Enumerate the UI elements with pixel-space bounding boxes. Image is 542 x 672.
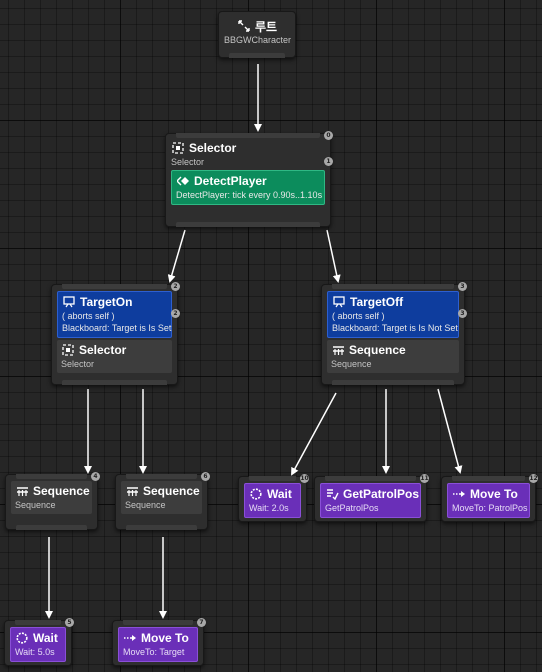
- service-icon: [176, 174, 190, 188]
- execution-order-badge: 3: [458, 309, 467, 318]
- task-move-patrol-node[interactable]: 12 Move To MoveTo: PatrolPos: [441, 474, 538, 522]
- selector-left-title: Selector: [79, 343, 127, 357]
- task-move-target-node[interactable]: 7 Move To MoveTo: Target: [112, 618, 206, 666]
- service-detect-player[interactable]: 1 DetectPlayer DetectPlayer: tick every …: [171, 157, 333, 205]
- sequence-a-node[interactable]: 4 Sequence Sequence: [5, 472, 100, 530]
- execution-order-badge: 2: [171, 309, 180, 318]
- selector-icon: [171, 141, 185, 155]
- sequence-b-subtitle: Sequence: [125, 500, 166, 510]
- root-title: 루트: [254, 19, 278, 34]
- execution-order-badge: 10: [300, 474, 309, 483]
- selector-main-subtitle: Selector: [171, 157, 205, 167]
- execution-order-badge: 12: [529, 474, 538, 483]
- task-subtitle: Wait: 5.0s: [15, 647, 55, 657]
- sequence-icon: [331, 343, 345, 357]
- wait-icon: [15, 631, 29, 645]
- decorator-title: TargetOff: [350, 295, 404, 309]
- task-subtitle: GetPatrolPos: [325, 503, 379, 513]
- task-icon: [325, 487, 339, 501]
- selector-left-subtitle: Selector: [61, 359, 95, 369]
- decorator-aborts: ( aborts self ): [62, 311, 115, 321]
- task-title: Wait: [267, 487, 292, 501]
- execution-order-badge: 6: [201, 472, 210, 481]
- root-node[interactable]: 루트 BBGWCharacter: [218, 11, 296, 58]
- task-get-patrol-node[interactable]: 11 GetPatrolPos GetPatrolPos: [314, 474, 429, 522]
- decorator-target-off[interactable]: TargetOff ( aborts self ) Blackboard: Ta…: [327, 291, 459, 338]
- task-move-target-body: Move To MoveTo: Target: [118, 627, 198, 662]
- wire-right-wait: [291, 392, 337, 476]
- task-move-patrol-body: Move To MoveTo: PatrolPos: [447, 483, 530, 518]
- sequence-b-body: Sequence Sequence: [121, 481, 202, 514]
- execution-order-badge: 3: [458, 282, 467, 291]
- root-icon: [237, 19, 251, 33]
- wire-selector-targetoff: [326, 229, 341, 283]
- decorator-aborts: ( aborts self ): [332, 311, 385, 321]
- root-subtitle: BBGWCharacter: [224, 35, 292, 45]
- task-subtitle: Wait: 2.0s: [249, 503, 289, 513]
- sequence-a-title: Sequence: [33, 484, 90, 498]
- execution-order-badge: 2: [171, 282, 180, 291]
- sequence-right-subtitle: Sequence: [331, 359, 372, 369]
- task-wait-right-node[interactable]: 10 Wait Wait: 2.0s: [238, 474, 309, 522]
- wait-icon: [249, 487, 263, 501]
- execution-order-badge: 7: [197, 618, 206, 627]
- task-subtitle: MoveTo: Target: [123, 647, 185, 657]
- task-title: Wait: [33, 631, 58, 645]
- task-wait-right-body: Wait Wait: 2.0s: [244, 483, 301, 518]
- blackboard-icon: [62, 295, 76, 309]
- execution-order-badge: 1: [324, 157, 333, 166]
- task-wait-left-node[interactable]: 5 Wait Wait: 5.0s: [4, 618, 74, 666]
- blackboard-icon: [332, 295, 346, 309]
- selector-left-body: Selector Selector: [57, 340, 172, 373]
- task-title: GetPatrolPos: [343, 487, 420, 501]
- wire-right-moveto: [437, 388, 463, 474]
- task-title: Move To: [141, 631, 189, 645]
- selector-icon: [61, 343, 75, 357]
- sequence-b-title: Sequence: [143, 484, 200, 498]
- move-to-icon: [123, 631, 137, 645]
- decorator-condition: Blackboard: Target is Is Set: [62, 323, 172, 333]
- execution-order-badge: 4: [91, 472, 100, 481]
- sequence-a-body: Sequence Sequence: [11, 481, 92, 514]
- selector-main-title: Selector: [189, 141, 237, 155]
- task-title: Move To: [470, 487, 518, 501]
- sequence-b-node[interactable]: 6 Sequence Sequence: [115, 472, 210, 530]
- selector-main-node[interactable]: 0 Selector Selector 1 DetectPlayer Detec…: [165, 131, 333, 227]
- selector-left-node[interactable]: 2 2 TargetOn ( aborts self ) Blackboard:…: [51, 282, 180, 385]
- move-to-icon: [452, 487, 466, 501]
- decorator-condition: Blackboard: Target is Is Not Set: [332, 323, 458, 333]
- task-get-patrol-body: GetPatrolPos GetPatrolPos: [320, 483, 421, 518]
- decorator-title: TargetOn: [80, 295, 133, 309]
- sequence-right-body: Sequence Sequence: [327, 340, 459, 373]
- task-wait-left-body: Wait Wait: 5.0s: [10, 627, 66, 662]
- sequence-right-title: Sequence: [349, 343, 406, 357]
- sequence-a-subtitle: Sequence: [15, 500, 56, 510]
- execution-order-badge: 0: [324, 131, 333, 140]
- sequence-icon: [15, 484, 29, 498]
- wire-selector-targeton: [167, 229, 186, 283]
- service-description: DetectPlayer: tick every 0.90s..1.10s: [176, 190, 323, 200]
- execution-order-badge: 5: [65, 618, 74, 627]
- execution-order-badge: 11: [420, 474, 429, 483]
- decorator-target-on[interactable]: TargetOn ( aborts self ) Blackboard: Tar…: [57, 291, 172, 338]
- sequence-right-node[interactable]: 3 3 TargetOff ( aborts self ) Blackboard…: [321, 282, 467, 385]
- task-subtitle: MoveTo: PatrolPos: [452, 503, 528, 513]
- service-title: DetectPlayer: [194, 174, 267, 188]
- sequence-icon: [125, 484, 139, 498]
